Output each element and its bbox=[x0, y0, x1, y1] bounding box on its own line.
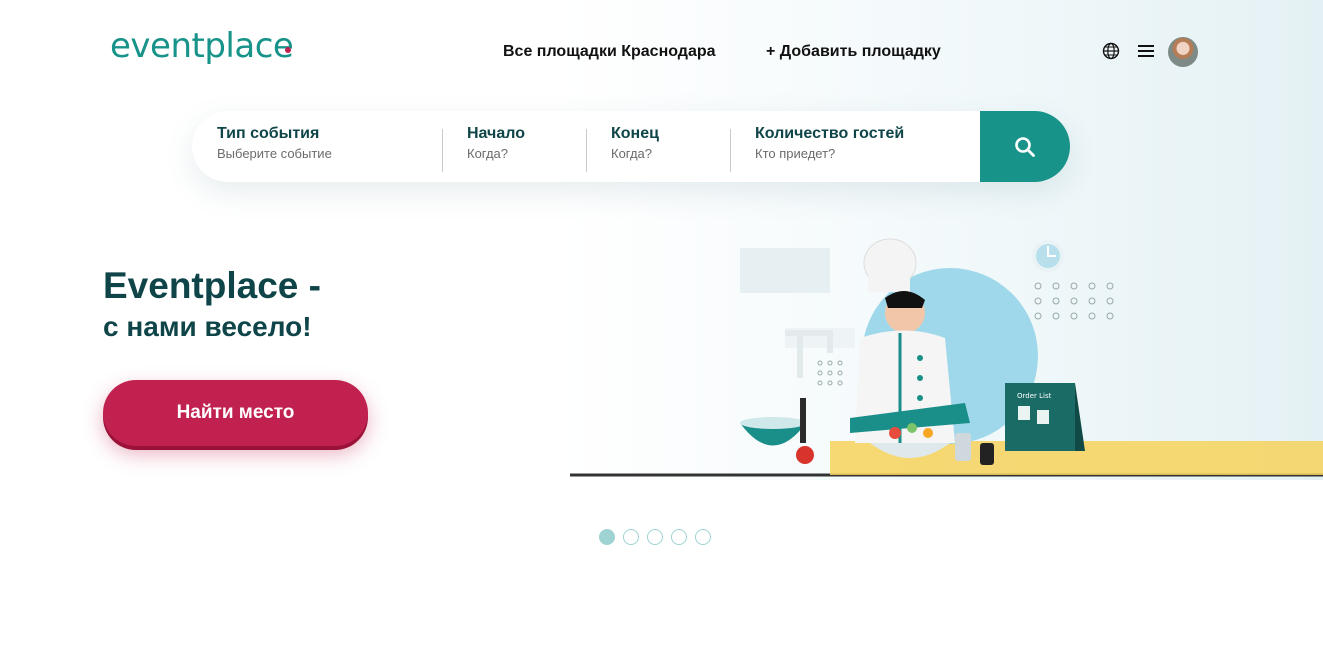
guests-label: Количество гостей bbox=[755, 125, 905, 142]
globe-icon[interactable] bbox=[1102, 42, 1120, 60]
start-field[interactable]: Начало Когда? bbox=[467, 125, 525, 161]
search-icon bbox=[1015, 136, 1035, 157]
end-placeholder: Когда? bbox=[611, 146, 653, 161]
nav-all-venues[interactable]: Все площадки Краснодара bbox=[503, 43, 716, 61]
hero-subtitle: с нами весело! bbox=[103, 311, 312, 342]
avatar[interactable] bbox=[1168, 37, 1198, 67]
divider bbox=[586, 129, 587, 172]
carousel-dots bbox=[599, 529, 711, 545]
logo[interactable]: eventplace bbox=[110, 26, 294, 66]
guests-field[interactable]: Количество гостей Кто приедет? bbox=[755, 125, 904, 161]
carousel-dot-2[interactable] bbox=[623, 529, 639, 545]
divider bbox=[730, 129, 731, 172]
end-label: Конец bbox=[611, 125, 659, 142]
event-type-placeholder: Выберите событие bbox=[217, 146, 332, 161]
divider bbox=[442, 129, 443, 172]
find-place-button[interactable]: Найти место bbox=[103, 380, 368, 446]
search-button[interactable] bbox=[980, 111, 1070, 182]
event-type-label: Тип события bbox=[217, 125, 320, 142]
carousel-dot-5[interactable] bbox=[695, 529, 711, 545]
search-bar: Тип события Выберите событие Начало Когд… bbox=[192, 111, 1070, 182]
chef-illustration: Order List bbox=[570, 238, 1323, 477]
order-list-text: Order List bbox=[1017, 392, 1052, 400]
hero-title: Eventplace - bbox=[103, 265, 321, 306]
menu-icon[interactable] bbox=[1138, 45, 1154, 57]
nav-add-venue[interactable]: + Добавить площадку bbox=[766, 43, 941, 61]
guests-placeholder: Кто приедет? bbox=[755, 146, 836, 161]
logo-dot bbox=[285, 47, 291, 53]
end-field[interactable]: Конец Когда? bbox=[611, 125, 659, 161]
carousel-dot-4[interactable] bbox=[671, 529, 687, 545]
carousel-dot-3[interactable] bbox=[647, 529, 663, 545]
start-label: Начало bbox=[467, 125, 525, 142]
event-type-field[interactable]: Тип события Выберите событие bbox=[217, 125, 332, 161]
start-placeholder: Когда? bbox=[467, 146, 509, 161]
carousel-dot-1[interactable] bbox=[599, 529, 615, 545]
